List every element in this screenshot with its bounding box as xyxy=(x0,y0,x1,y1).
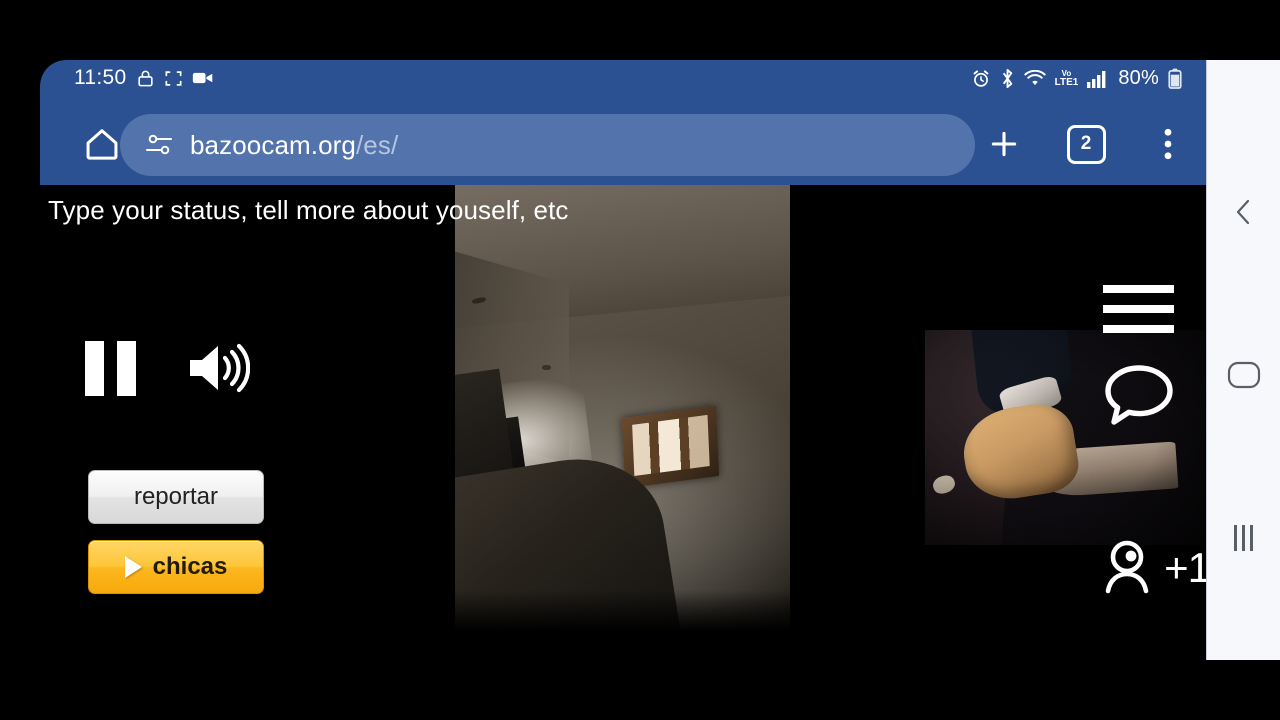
wifi-icon xyxy=(1023,70,1046,86)
url-bar[interactable]: bazoocam.org/es/ xyxy=(120,114,975,176)
media-controls xyxy=(85,340,250,396)
viewer-count: +1 xyxy=(1100,540,1206,596)
video-bottom-shade xyxy=(455,590,790,635)
screenshot-icon xyxy=(165,70,181,86)
viewer-eye-icon xyxy=(1105,540,1149,594)
site-menu-button[interactable] xyxy=(1103,285,1174,333)
android-navigation-bar xyxy=(1206,60,1280,660)
clock: 11:50 xyxy=(74,66,127,89)
nav-back-button[interactable] xyxy=(1222,190,1266,234)
home-icon xyxy=(86,129,118,160)
url-domain: bazoocam.org xyxy=(190,129,356,160)
video-speck xyxy=(542,365,552,370)
web-page-content: Type your status, tell more about yousel… xyxy=(40,185,1206,660)
signal-bars-icon xyxy=(1087,70,1106,88)
bluetooth-icon xyxy=(1002,68,1012,89)
play-icon xyxy=(124,556,142,578)
recents-icon-bar xyxy=(1250,525,1253,552)
volume-button[interactable] xyxy=(186,340,250,396)
status-bar-right: Vo LTE1 80% xyxy=(971,67,1182,90)
chat-bubble-icon xyxy=(1105,365,1173,425)
remote-video-feed[interactable] xyxy=(455,185,790,635)
browser-toolbar: bazoocam.org/es/ 2 xyxy=(40,102,1206,185)
status-input-placeholder[interactable]: Type your status, tell more about yousel… xyxy=(48,195,569,226)
girls-button-label: chicas xyxy=(152,553,228,580)
video-record-icon xyxy=(192,72,212,84)
girls-button[interactable]: chicas xyxy=(88,540,264,594)
browser-menu-button[interactable] xyxy=(1140,116,1196,172)
alarm-icon xyxy=(973,69,989,87)
pause-icon xyxy=(85,340,136,396)
hamburger-icon-bar xyxy=(1103,305,1174,313)
toolbar-actions: 2 xyxy=(976,116,1196,172)
chat-button[interactable] xyxy=(1100,360,1178,435)
tab-switcher-button[interactable]: 2 xyxy=(1058,116,1114,172)
battery-percent: 80% xyxy=(1118,67,1159,89)
battery-icon xyxy=(1168,68,1182,89)
hamburger-icon-bar xyxy=(1103,325,1174,333)
pause-button[interactable] xyxy=(85,340,136,396)
new-tab-button[interactable] xyxy=(976,116,1032,172)
plus-icon xyxy=(991,131,1017,157)
back-icon xyxy=(1236,199,1249,224)
hamburger-icon-bar xyxy=(1103,285,1174,293)
home-button[interactable] xyxy=(78,120,126,168)
recents-icon-bar xyxy=(1242,525,1245,552)
nav-home-button[interactable] xyxy=(1222,353,1266,397)
site-settings-icon[interactable] xyxy=(144,132,174,158)
viewer-count-label: +1 xyxy=(1164,544,1206,591)
nav-recents-button[interactable] xyxy=(1222,516,1266,560)
home-pill-icon xyxy=(1227,361,1260,389)
lock-icon xyxy=(137,70,153,86)
recents-icon-bar xyxy=(1234,525,1237,552)
volte-icon: Vo LTE1 xyxy=(1054,68,1079,88)
url-text: bazoocam.org/es/ xyxy=(190,130,398,161)
tune-icon xyxy=(146,134,172,155)
url-path: /es/ xyxy=(355,129,399,160)
action-buttons: reportar chicas xyxy=(88,470,264,594)
volume-icon xyxy=(190,343,250,393)
browser-chrome: 11:50 Vo LTE1 80% bazoocam.org/es/ 2 xyxy=(40,60,1206,185)
phone-screen: 11:50 Vo LTE1 80% bazoocam.org/es/ 2 Typ… xyxy=(40,60,1206,660)
report-button[interactable]: reportar xyxy=(88,470,264,524)
status-bar: 11:50 Vo LTE1 80% xyxy=(40,60,1206,102)
status-bar-left: 11:50 xyxy=(74,66,214,90)
video-picture-frame xyxy=(621,405,719,489)
tab-count: 2 xyxy=(1066,124,1106,164)
menu-icon xyxy=(1164,128,1172,160)
